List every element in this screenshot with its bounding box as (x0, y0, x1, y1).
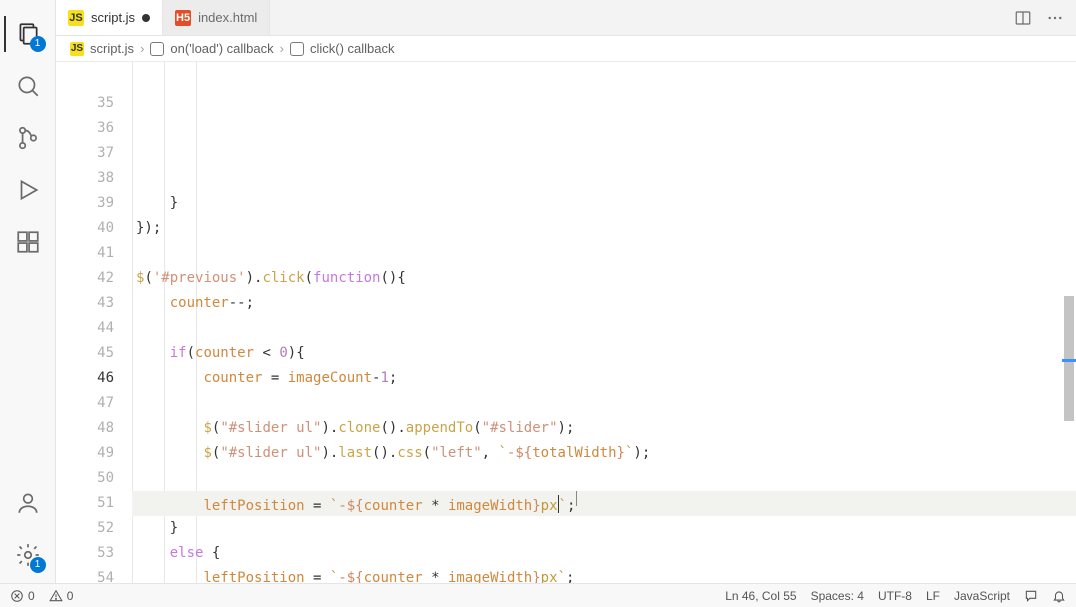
chevron-right-icon: › (140, 41, 144, 56)
line-number: 41 (56, 241, 114, 266)
line-gutter: 3536373839404142434445464748495051525354 (56, 62, 132, 583)
line-number: 54 (56, 566, 114, 583)
line-number: 49 (56, 441, 114, 466)
js-file-icon: JS (70, 42, 84, 56)
code-line[interactable]: }); (132, 216, 1076, 241)
explorer-badge: 1 (30, 36, 46, 52)
html-file-icon: H5 (175, 10, 191, 26)
modified-dot-icon (142, 14, 150, 22)
code-line[interactable]: if(counter < 0){ (132, 341, 1076, 366)
search-icon[interactable] (4, 62, 52, 110)
code-line[interactable]: } (132, 191, 1076, 216)
line-number: 50 (56, 466, 114, 491)
code-line[interactable]: counter--; (132, 291, 1076, 316)
status-warnings[interactable]: 0 (49, 589, 74, 603)
account-icon[interactable] (4, 479, 52, 527)
tab-index-html[interactable]: H5 index.html (163, 0, 270, 35)
line-number: 43 (56, 291, 114, 316)
status-language[interactable]: JavaScript (954, 589, 1010, 603)
symbol-function-icon (290, 42, 304, 56)
status-eol[interactable]: LF (926, 589, 940, 603)
code-line[interactable] (132, 391, 1076, 416)
breadcrumb[interactable]: JS script.js › on('load') callback › cli… (56, 36, 1076, 62)
activity-bar: 1 1 (0, 0, 56, 583)
breadcrumb-symbol[interactable]: click() callback (310, 41, 395, 56)
settings-badge: 1 (30, 557, 46, 573)
split-editor-icon[interactable] (1012, 7, 1034, 29)
more-actions-icon[interactable] (1044, 7, 1066, 29)
line-number: 52 (56, 516, 114, 541)
line-number: 47 (56, 391, 114, 416)
line-number: 53 (56, 541, 114, 566)
tab-label: index.html (198, 10, 257, 25)
line-number: 39 (56, 191, 114, 216)
symbol-function-icon (150, 42, 164, 56)
line-number: 51 (56, 491, 114, 516)
status-errors[interactable]: 0 (10, 589, 35, 603)
status-cursor-position[interactable]: Ln 46, Col 55 (725, 589, 796, 603)
scrollbar[interactable] (1062, 62, 1076, 583)
line-number: 44 (56, 316, 114, 341)
code-line[interactable]: $("#slider ul").clone().appendTo("#slide… (132, 416, 1076, 441)
breadcrumb-symbol[interactable]: on('load') callback (170, 41, 273, 56)
code-line[interactable]: else { (132, 541, 1076, 566)
scrollbar-marker (1062, 359, 1076, 362)
settings-gear-icon[interactable]: 1 (4, 531, 52, 579)
line-number: 37 (56, 141, 114, 166)
status-indentation[interactable]: Spaces: 4 (811, 589, 864, 603)
code-line[interactable]: } (132, 516, 1076, 541)
tab-label: script.js (91, 10, 135, 25)
line-number: 45 (56, 341, 114, 366)
code-line[interactable] (132, 466, 1076, 491)
code-line[interactable] (132, 241, 1076, 266)
line-number: 48 (56, 416, 114, 441)
status-encoding[interactable]: UTF-8 (878, 589, 912, 603)
js-file-icon: JS (68, 10, 84, 26)
explorer-icon[interactable]: 1 (4, 10, 52, 58)
status-feedback-icon[interactable] (1024, 589, 1038, 603)
chevron-right-icon: › (280, 41, 284, 56)
editor[interactable]: 3536373839404142434445464748495051525354… (56, 62, 1076, 583)
source-control-icon[interactable] (4, 114, 52, 162)
code-area[interactable]: }}); $('#previous').click(function(){ cou… (132, 62, 1076, 583)
line-number (56, 66, 114, 91)
tab-script-js[interactable]: JS script.js (56, 0, 163, 35)
breadcrumb-file[interactable]: script.js (90, 41, 134, 56)
code-line[interactable]: leftPosition = `-${counter * imageWidth}… (132, 566, 1076, 583)
line-number: 46 (56, 366, 114, 391)
code-line[interactable]: counter = imageCount-1; (132, 366, 1076, 391)
line-number: 40 (56, 216, 114, 241)
code-line[interactable]: leftPosition = `-${counter * imageWidth}… (132, 491, 1076, 516)
tab-bar: JS script.js H5 index.html (56, 0, 1076, 36)
line-number: 36 (56, 116, 114, 141)
line-number: 38 (56, 166, 114, 191)
status-bar: 0 0 Ln 46, Col 55 Spaces: 4 UTF-8 LF Jav… (0, 583, 1076, 607)
status-bell-icon[interactable] (1052, 589, 1066, 603)
code-line[interactable]: $('#previous').click(function(){ (132, 266, 1076, 291)
line-number: 35 (56, 91, 114, 116)
extensions-icon[interactable] (4, 218, 52, 266)
run-debug-icon[interactable] (4, 166, 52, 214)
line-number: 42 (56, 266, 114, 291)
code-line[interactable]: $("#slider ul").last().css("left", `-${t… (132, 441, 1076, 466)
code-line[interactable] (132, 316, 1076, 341)
